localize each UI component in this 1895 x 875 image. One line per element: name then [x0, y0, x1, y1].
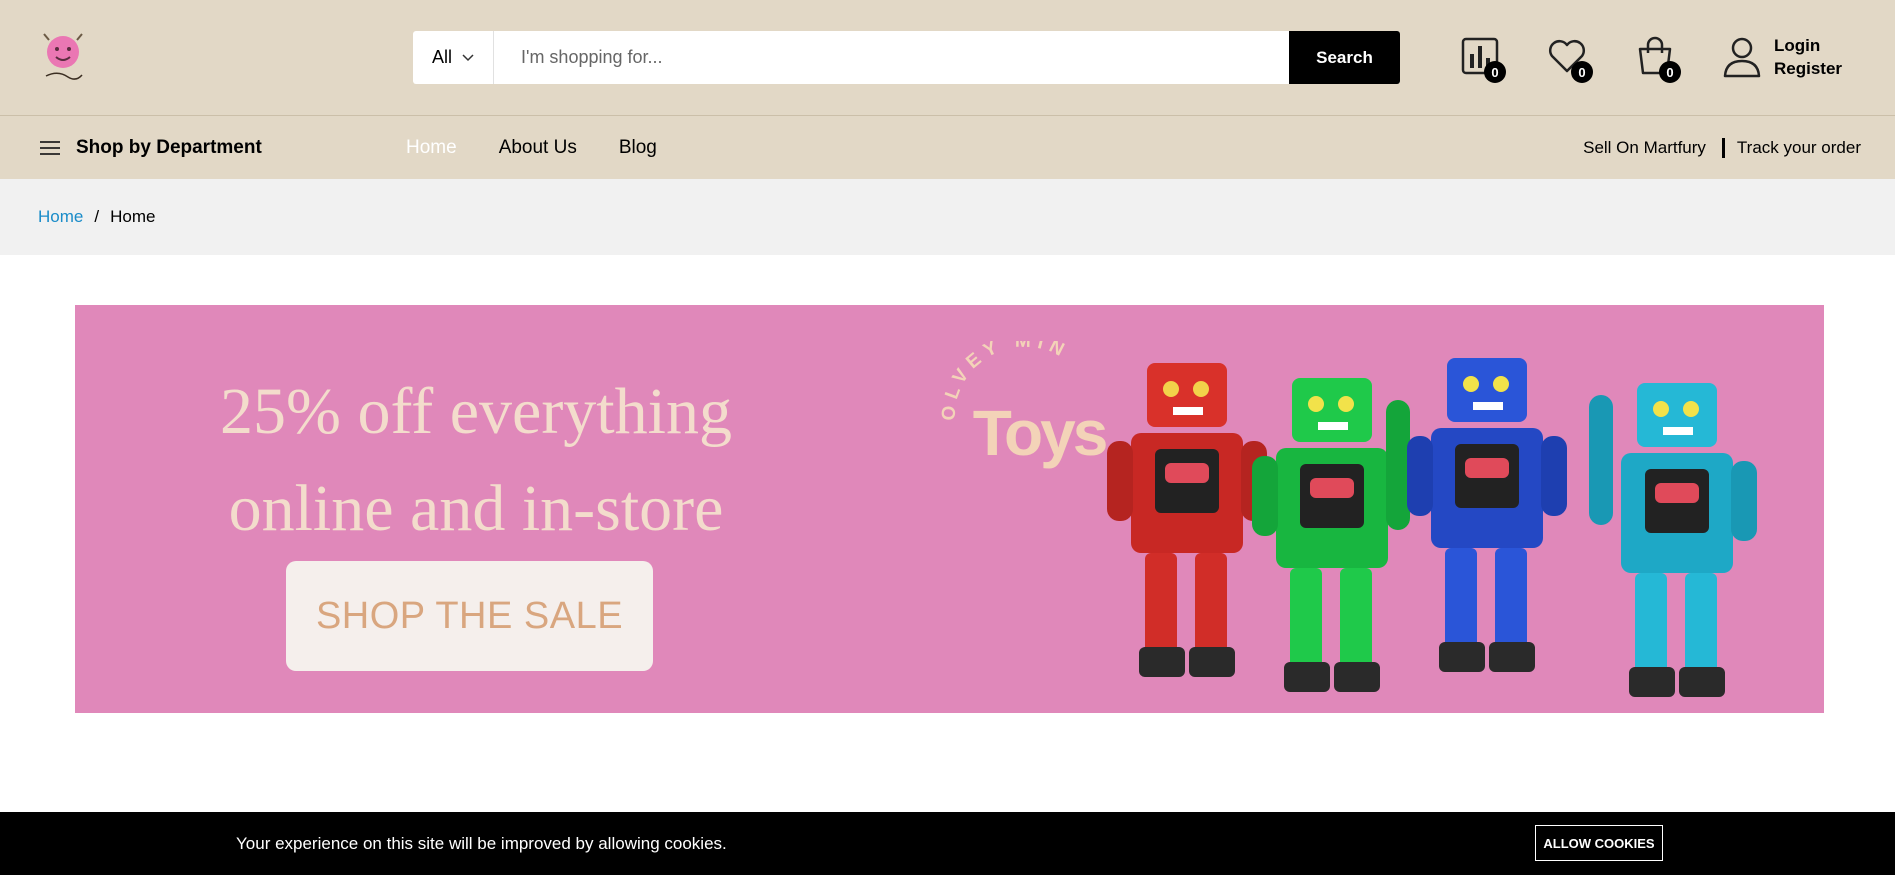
nav-item-blog[interactable]: Blog	[619, 137, 657, 159]
breadcrumb-bar: Home / Home	[0, 179, 1895, 255]
search-button[interactable]: Search	[1289, 31, 1400, 84]
nav-item-about-us[interactable]: About Us	[499, 137, 577, 159]
green-robot	[1252, 378, 1410, 692]
department-label: Shop by Department	[76, 136, 262, 158]
account-links: Login Register	[1774, 34, 1842, 80]
wishlist-button[interactable]: 0	[1547, 36, 1593, 83]
compare-button[interactable]: 0	[1460, 36, 1506, 83]
wishlist-count-badge: 0	[1571, 61, 1593, 83]
sell-on-martfury-link[interactable]: Sell On Martfury	[1583, 138, 1706, 158]
allow-cookies-button[interactable]: ALLOW COOKIES	[1535, 825, 1663, 861]
toy-store-logo-icon	[43, 33, 83, 80]
main-navigation: Shop by Department Home About Us Blog Se…	[0, 116, 1895, 179]
user-account-button[interactable]	[1722, 36, 1762, 78]
search-bar: All Search	[413, 31, 1400, 84]
register-link[interactable]: Register	[1774, 57, 1842, 80]
nav-right-links: Sell On Martfury Track your order	[1583, 116, 1861, 179]
store-logo[interactable]	[38, 30, 88, 86]
breadcrumb: Home / Home	[38, 179, 155, 255]
banner-headline-line2: online and in-store	[228, 472, 724, 545]
main-menu: Home About Us Blog	[406, 116, 657, 179]
cart-count-badge: 0	[1659, 61, 1681, 83]
nav-item-home[interactable]: Home	[406, 137, 457, 159]
cookie-notice-bar: Your experience on this site will be imp…	[0, 812, 1895, 875]
teal-robot	[1589, 383, 1757, 697]
compare-count-badge: 0	[1484, 61, 1506, 83]
search-input[interactable]	[495, 31, 1202, 84]
brand-name-text: Toys	[973, 397, 1106, 469]
hamburger-menu-icon	[40, 140, 60, 155]
breadcrumb-current: Home	[110, 207, 156, 226]
shop-the-sale-button[interactable]: SHOP THE SALE	[286, 561, 653, 671]
breadcrumb-home-link[interactable]: Home	[38, 207, 83, 227]
track-order-link[interactable]: Track your order	[1737, 138, 1861, 158]
red-robot	[1107, 363, 1267, 677]
user-icon	[1723, 37, 1761, 78]
chevron-down-icon	[462, 53, 474, 61]
banner-headline: 25% off everything online and in-store	[171, 363, 781, 557]
login-link[interactable]: Login	[1774, 34, 1842, 57]
shop-by-department-button[interactable]: Shop by Department	[40, 116, 262, 179]
promo-banner[interactable]: 25% off everything online and in-store S…	[75, 305, 1824, 713]
banner-headline-line1: 25% off everything	[220, 375, 732, 448]
cart-button[interactable]: 0	[1635, 36, 1681, 83]
cookie-message: Your experience on this site will be imp…	[236, 833, 727, 853]
top-header: All Search 0 0 0 Login	[0, 0, 1895, 116]
nav-divider	[1721, 137, 1725, 158]
breadcrumb-separator: /	[94, 207, 100, 226]
search-category-select[interactable]: All	[413, 31, 494, 84]
blue-robot	[1407, 358, 1567, 672]
toy-robots-image	[1107, 358, 1757, 697]
search-category-label: All	[431, 47, 452, 67]
